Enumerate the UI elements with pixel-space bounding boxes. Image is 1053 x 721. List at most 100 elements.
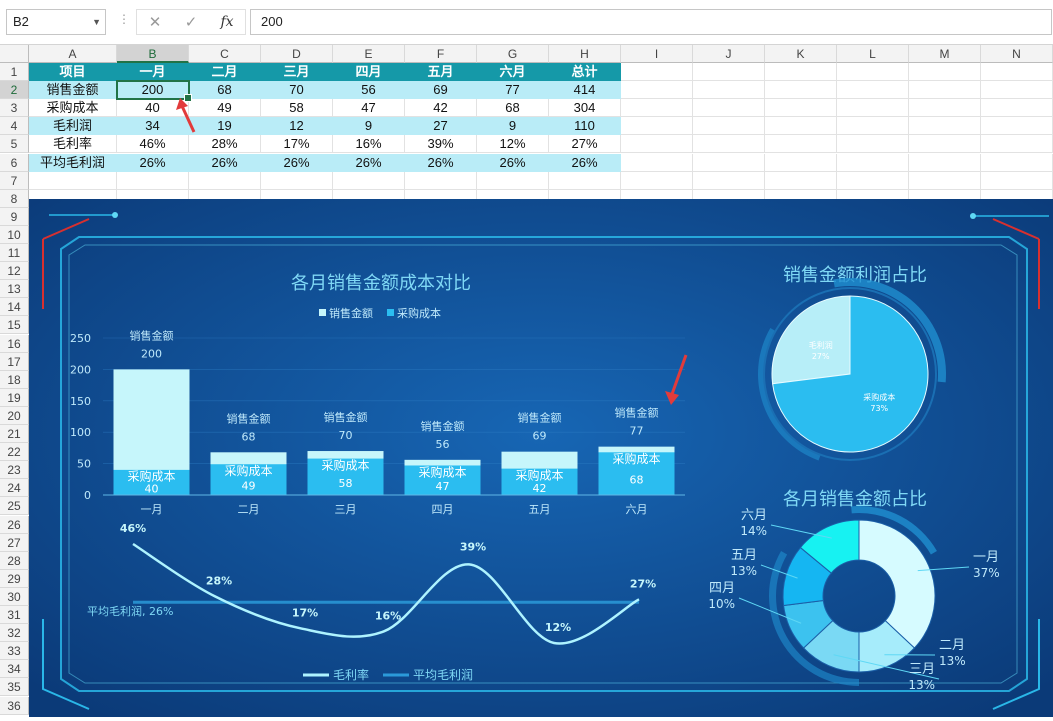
row-header-14[interactable]: 14 xyxy=(0,298,29,316)
column-header-g[interactable]: G xyxy=(477,45,549,63)
table-header-cell[interactable]: 三月 xyxy=(261,63,333,81)
insert-function-icon[interactable]: fx xyxy=(212,14,242,30)
row-header-13[interactable]: 13 xyxy=(0,280,29,298)
sheet-cell[interactable] xyxy=(117,172,189,190)
sheet-cell[interactable] xyxy=(765,117,837,135)
column-header-n[interactable]: N xyxy=(981,45,1053,63)
row-header-27[interactable]: 27 xyxy=(0,534,29,552)
sheet-cell[interactable] xyxy=(837,154,909,172)
table-cell[interactable]: 毛利率 xyxy=(29,135,117,153)
sheet-cell[interactable] xyxy=(981,99,1053,117)
row-header-34[interactable]: 34 xyxy=(0,660,29,678)
sheet-cell[interactable] xyxy=(765,81,837,99)
table-cell[interactable]: 46% xyxy=(117,135,189,153)
sheet-cell[interactable] xyxy=(693,135,765,153)
row-header-32[interactable]: 32 xyxy=(0,624,29,642)
sheet-cell[interactable] xyxy=(693,154,765,172)
formula-input[interactable]: 200 xyxy=(250,9,1052,35)
sheet-cell[interactable] xyxy=(693,172,765,190)
sheet-cell[interactable] xyxy=(189,172,261,190)
row-header-22[interactable]: 22 xyxy=(0,443,29,461)
table-cell[interactable]: 28% xyxy=(189,135,261,153)
row-header-9[interactable]: 9 xyxy=(0,208,29,226)
table-header-cell[interactable]: 总计 xyxy=(549,63,621,81)
sheet-cell[interactable] xyxy=(29,172,117,190)
sheet-cell[interactable] xyxy=(837,172,909,190)
sheet-cell[interactable] xyxy=(837,63,909,81)
table-cell[interactable]: 26% xyxy=(117,154,189,172)
sheet-cell[interactable] xyxy=(981,81,1053,99)
sheet-cell[interactable] xyxy=(765,154,837,172)
column-header-h[interactable]: H xyxy=(549,45,621,63)
table-cell[interactable]: 26% xyxy=(405,154,477,172)
table-cell[interactable]: 9 xyxy=(333,117,405,135)
table-cell[interactable]: 26% xyxy=(549,154,621,172)
sheet-cell[interactable] xyxy=(981,135,1053,153)
table-cell[interactable]: 26% xyxy=(477,154,549,172)
table-header-cell[interactable]: 四月 xyxy=(333,63,405,81)
table-header-cell[interactable]: 项目 xyxy=(29,63,117,81)
sheet-cell[interactable] xyxy=(405,172,477,190)
sheet-cell[interactable] xyxy=(693,63,765,81)
table-cell[interactable]: 77 xyxy=(477,81,549,99)
table-cell[interactable]: 12 xyxy=(261,117,333,135)
row-header-2[interactable]: 2 xyxy=(0,81,29,99)
row-header-25[interactable]: 25 xyxy=(0,497,29,515)
sheet-cell[interactable] xyxy=(765,172,837,190)
table-cell[interactable]: 27 xyxy=(405,117,477,135)
table-cell[interactable]: 58 xyxy=(261,99,333,117)
row-header-4[interactable]: 4 xyxy=(0,117,29,135)
row-header-3[interactable]: 3 xyxy=(0,99,29,117)
table-cell[interactable]: 采购成本 xyxy=(29,99,117,117)
row-header-11[interactable]: 11 xyxy=(0,244,29,262)
cancel-icon[interactable]: ✕ xyxy=(140,13,170,31)
row-header-7[interactable]: 7 xyxy=(0,172,29,190)
table-cell[interactable]: 304 xyxy=(549,99,621,117)
chevron-down-icon[interactable]: ▼ xyxy=(86,10,101,34)
sheet-cell[interactable] xyxy=(621,117,693,135)
table-header-cell[interactable]: 一月 xyxy=(117,63,189,81)
row-header-26[interactable]: 26 xyxy=(0,516,29,534)
table-cell[interactable]: 平均毛利润 xyxy=(29,154,117,172)
sheet-cell[interactable] xyxy=(909,154,981,172)
row-header-6[interactable]: 6 xyxy=(0,154,29,172)
sheet-cell[interactable] xyxy=(837,135,909,153)
row-header-24[interactable]: 24 xyxy=(0,479,29,497)
sheet-cell[interactable] xyxy=(765,63,837,81)
row-header-29[interactable]: 29 xyxy=(0,570,29,588)
sheet-cell[interactable] xyxy=(909,81,981,99)
row-header-1[interactable]: 1 xyxy=(0,63,29,81)
column-header-a[interactable]: A xyxy=(29,45,117,63)
sheet-cell[interactable] xyxy=(909,117,981,135)
row-header-15[interactable]: 15 xyxy=(0,316,29,334)
table-cell[interactable]: 12% xyxy=(477,135,549,153)
sheet-cell[interactable] xyxy=(981,117,1053,135)
row-header-20[interactable]: 20 xyxy=(0,407,29,425)
row-header-19[interactable]: 19 xyxy=(0,389,29,407)
table-cell[interactable]: 销售金额 xyxy=(29,81,117,99)
row-header-28[interactable]: 28 xyxy=(0,552,29,570)
table-cell[interactable]: 39% xyxy=(405,135,477,153)
table-cell[interactable]: 47 xyxy=(333,99,405,117)
column-header-b[interactable]: B xyxy=(117,45,189,63)
sheet-cell[interactable] xyxy=(909,172,981,190)
sheet-cell[interactable] xyxy=(693,117,765,135)
table-cell[interactable]: 42 xyxy=(405,99,477,117)
sheet-cell[interactable] xyxy=(261,172,333,190)
table-header-cell[interactable]: 六月 xyxy=(477,63,549,81)
sheet-cell[interactable] xyxy=(333,172,405,190)
sheet-cell[interactable] xyxy=(981,172,1053,190)
row-header-33[interactable]: 33 xyxy=(0,642,29,660)
sheet-cell[interactable] xyxy=(981,154,1053,172)
row-header-10[interactable]: 10 xyxy=(0,226,29,244)
table-cell[interactable]: 26% xyxy=(189,154,261,172)
column-header-d[interactable]: D xyxy=(261,45,333,63)
table-cell[interactable]: 68 xyxy=(477,99,549,117)
sheet-cell[interactable] xyxy=(909,135,981,153)
name-box[interactable]: B2▼ xyxy=(6,9,106,35)
table-cell[interactable]: 69 xyxy=(405,81,477,99)
row-header-18[interactable]: 18 xyxy=(0,371,29,389)
sheet-cell[interactable] xyxy=(621,172,693,190)
sheet-cell[interactable] xyxy=(765,135,837,153)
column-header-f[interactable]: F xyxy=(405,45,477,63)
